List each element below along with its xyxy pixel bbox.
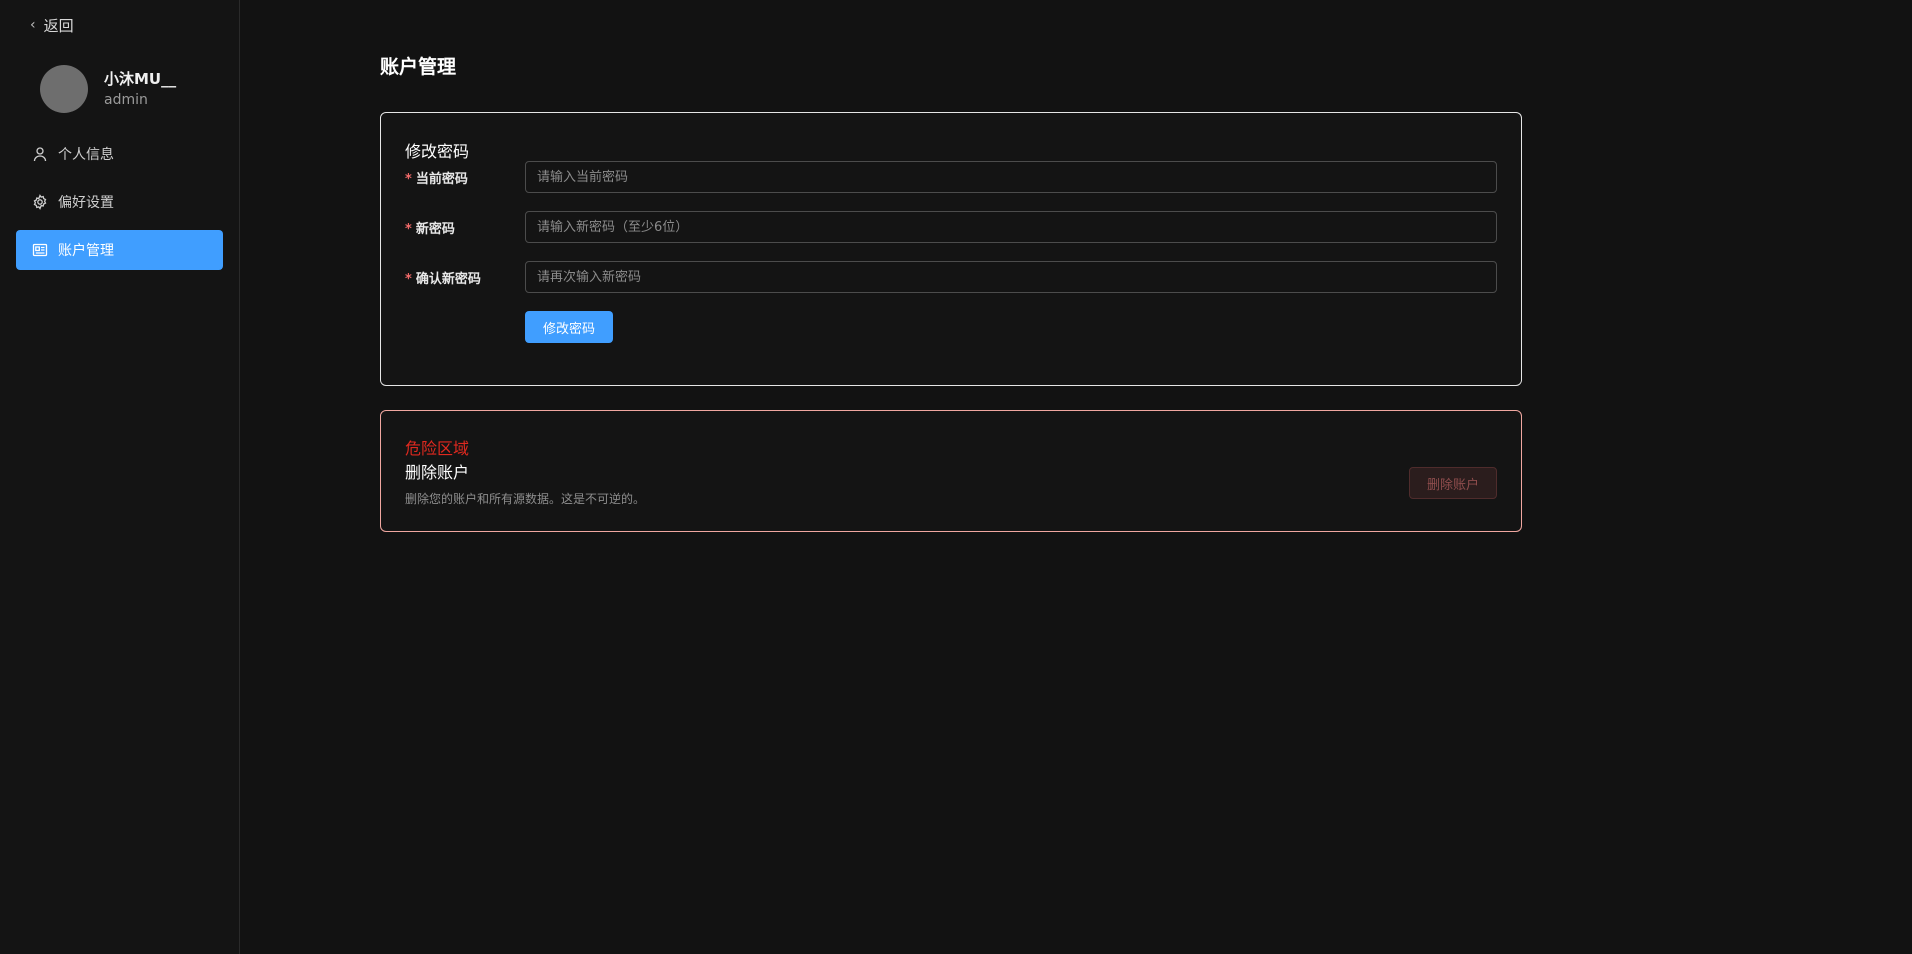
sidebar-item-profile[interactable]: 个人信息 [16, 134, 223, 174]
user-role: admin [104, 91, 148, 108]
change-password-button[interactable]: 修改密码 [525, 311, 613, 343]
delete-account-description: 删除您的账户和所有源数据。这是不可逆的。 [405, 492, 646, 506]
card-title: 修改密码 [405, 142, 470, 161]
back-button[interactable]: ‹ 返回 [30, 14, 74, 36]
confirm-password-input[interactable] [525, 261, 1497, 293]
sidebar-item-account[interactable]: 账户管理 [16, 230, 223, 270]
required-mark: * [405, 271, 412, 287]
page-title: 账户管理 [380, 56, 457, 78]
main-content: 账户管理 修改密码 * 当前密码 * 新密码 * 确认新密码 修改密码 危险区域 删除… [240, 0, 1912, 954]
app: ‹ 返回 小沐MU__ admin 个人信息 偏好设置 账户管理 账户管理 修改… [0, 0, 1912, 954]
danger-zone-card: 危险区域 删除账户 删除您的账户和所有源数据。这是不可逆的。 删除账户 [380, 410, 1522, 532]
current-password-label: * 当前密码 [405, 171, 468, 187]
delete-account-button[interactable]: 删除账户 [1409, 467, 1497, 499]
sidebar-nav: 个人信息 偏好设置 账户管理 [16, 134, 223, 278]
gear-icon [33, 194, 47, 210]
user-name: 小沐MU__ [104, 69, 177, 88]
chevron-left-icon: ‹ [30, 17, 36, 33]
avatar[interactable] [40, 65, 88, 113]
new-password-row: * 新密码 [405, 211, 1497, 243]
confirm-password-row: * 确认新密码 [405, 261, 1497, 293]
new-password-input[interactable] [525, 211, 1497, 243]
sidebar-item-label: 账户管理 [58, 243, 114, 259]
danger-zone-title: 危险区域 [405, 439, 470, 458]
id-card-icon [32, 243, 48, 257]
back-label: 返回 [43, 16, 74, 35]
confirm-password-label: * 确认新密码 [405, 271, 481, 287]
current-password-input[interactable] [525, 161, 1497, 193]
sidebar-item-label: 偏好设置 [58, 195, 114, 211]
change-password-card: 修改密码 * 当前密码 * 新密码 * 确认新密码 修改密码 [380, 112, 1522, 386]
delete-account-title: 删除账户 [405, 463, 470, 482]
required-mark: * [405, 171, 412, 187]
user-icon [33, 147, 47, 162]
sidebar: ‹ 返回 小沐MU__ admin 个人信息 偏好设置 账户管理 [0, 0, 240, 954]
required-mark: * [405, 221, 412, 237]
sidebar-item-preferences[interactable]: 偏好设置 [16, 182, 223, 222]
user-profile: 小沐MU__ admin [40, 65, 176, 113]
current-password-row: * 当前密码 [405, 161, 1497, 193]
new-password-label: * 新密码 [405, 221, 455, 237]
sidebar-item-label: 个人信息 [58, 147, 114, 163]
